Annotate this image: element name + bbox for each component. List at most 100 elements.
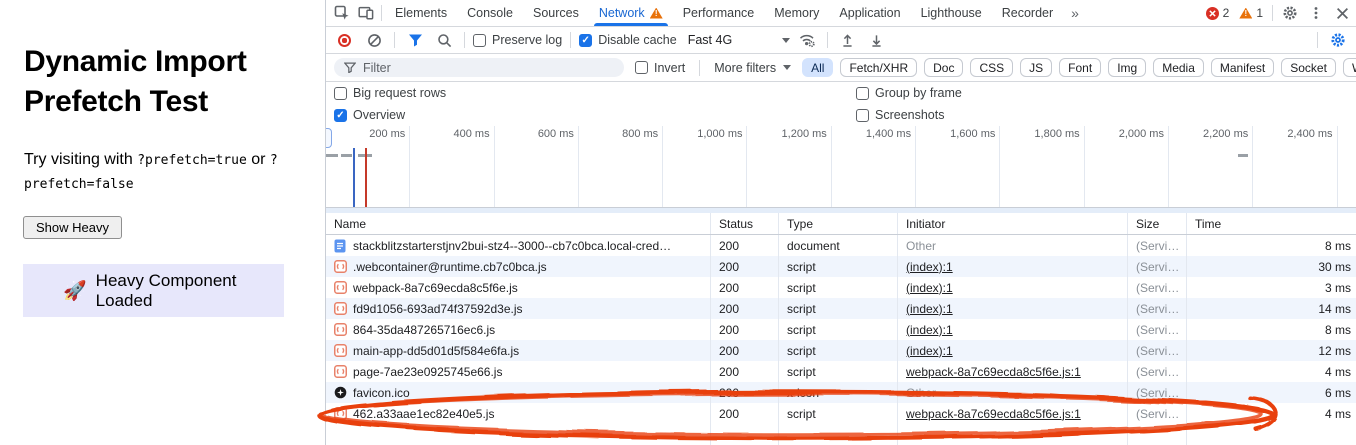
script-icon xyxy=(334,344,347,358)
name-cell[interactable]: stackblitzstarterstjnv2bui-stz4--3000--c… xyxy=(326,235,711,256)
overview-checkbox[interactable]: Overview xyxy=(334,104,856,126)
filter-chip-fetch-xhr[interactable]: Fetch/XHR xyxy=(840,58,917,77)
filter-funnel-icon[interactable] xyxy=(403,28,427,52)
throttling-dropdown[interactable]: Fast 4G xyxy=(688,33,790,47)
tab-performance[interactable]: Performance xyxy=(673,0,765,26)
table-row[interactable]: stackblitzstarterstjnv2bui-stz4--3000--c… xyxy=(326,235,1356,256)
filter-chip-font[interactable]: Font xyxy=(1059,58,1101,77)
table-row[interactable]: webpack-8a7c69ecda8c5f6e.js200script(ind… xyxy=(326,277,1356,298)
intro-text: Try visiting with ?prefetch=true or ?pre… xyxy=(24,148,325,196)
initiator-link[interactable]: webpack-8a7c69ecda8c5f6e.js:1 xyxy=(906,407,1081,421)
search-icon[interactable] xyxy=(432,28,456,52)
table-row[interactable]: page-7ae23e0925745e66.js200scriptwebpack… xyxy=(326,361,1356,382)
column-header-status[interactable]: Status xyxy=(711,213,779,234)
chevron-down-icon xyxy=(782,38,790,43)
name-cell[interactable]: page-7ae23e0925745e66.js xyxy=(326,361,711,382)
inspect-element-icon[interactable] xyxy=(330,1,354,25)
name-cell[interactable]: .webcontainer@runtime.cb7c0bca.js xyxy=(326,256,711,277)
close-icon[interactable] xyxy=(1330,1,1354,25)
initiator-cell[interactable]: (index):1 xyxy=(898,319,1128,340)
filter-chip-doc[interactable]: Doc xyxy=(924,58,963,77)
import-har-icon[interactable] xyxy=(836,28,860,52)
initiator-cell[interactable]: (index):1 xyxy=(898,340,1128,361)
column-header-type[interactable]: Type xyxy=(779,213,898,234)
filter-chip-js[interactable]: JS xyxy=(1020,58,1052,77)
tab-recorder[interactable]: Recorder xyxy=(992,0,1063,26)
more-filters-dropdown[interactable]: More filters xyxy=(714,61,791,75)
error-badge[interactable]: 2 xyxy=(1202,6,1234,20)
tab-memory[interactable]: Memory xyxy=(764,0,829,26)
empty-cell xyxy=(326,424,711,445)
initiator-link[interactable]: (index):1 xyxy=(906,323,953,337)
initiator-cell[interactable]: (index):1 xyxy=(898,298,1128,319)
empty-cell xyxy=(1128,424,1187,445)
overview-window-grip[interactable] xyxy=(326,128,332,148)
initiator-link[interactable]: (index):1 xyxy=(906,302,953,316)
invert-checkbox[interactable]: Invert xyxy=(635,61,685,75)
request-name: fd9d1056-693ad74f37592d3e.js xyxy=(353,302,523,316)
column-header-name[interactable]: Name xyxy=(326,213,711,234)
script-icon xyxy=(334,407,347,421)
table-row[interactable]: favicon.ico200x-iconOther(Servi…6 ms xyxy=(326,382,1356,403)
initiator-link[interactable]: (index):1 xyxy=(906,344,953,358)
divider xyxy=(570,32,571,48)
column-header-size[interactable]: Size xyxy=(1128,213,1187,234)
disable-cache-checkbox[interactable]: Disable cache xyxy=(579,33,677,47)
initiator-cell[interactable]: webpack-8a7c69ecda8c5f6e.js:1 xyxy=(898,403,1128,424)
tab-application[interactable]: Application xyxy=(829,0,910,26)
name-cell[interactable]: main-app-dd5d01d5f584e6fa.js xyxy=(326,340,711,361)
network-settings-gear-icon[interactable] xyxy=(1326,28,1350,52)
filter-chip-wasm[interactable]: Wasm xyxy=(1343,58,1356,77)
clear-network-log-icon[interactable] xyxy=(362,28,386,52)
initiator-cell: Other xyxy=(898,382,1128,403)
tab-sources[interactable]: Sources xyxy=(523,0,589,26)
device-toolbar-icon[interactable] xyxy=(354,1,378,25)
table-row[interactable]: 864-35da487265716ec6.js200script(index):… xyxy=(326,319,1356,340)
filter-input[interactable]: Filter xyxy=(334,58,624,77)
big-request-rows-checkbox[interactable]: Big request rows xyxy=(334,82,856,104)
kebab-menu-icon[interactable] xyxy=(1304,1,1328,25)
initiator-link[interactable]: (index):1 xyxy=(906,281,953,295)
column-header-initiator[interactable]: Initiator xyxy=(898,213,1128,234)
show-heavy-button[interactable]: Show Heavy xyxy=(23,216,122,239)
divider xyxy=(699,60,700,76)
name-cell[interactable]: fd9d1056-693ad74f37592d3e.js xyxy=(326,298,711,319)
tab-network[interactable]: Network! xyxy=(589,0,673,26)
filter-chip-media[interactable]: Media xyxy=(1153,58,1204,77)
filter-chip-img[interactable]: Img xyxy=(1108,58,1146,77)
name-cell[interactable]: 864-35da487265716ec6.js xyxy=(326,319,711,340)
table-row[interactable]: 462.a33aae1ec82e40e5.js200scriptwebpack-… xyxy=(326,403,1356,424)
preserve-log-checkbox[interactable]: Preserve log xyxy=(473,33,562,47)
export-har-icon[interactable] xyxy=(865,28,889,52)
initiator-link[interactable]: (index):1 xyxy=(906,260,953,274)
warning-badge[interactable]: ! 1 xyxy=(1235,6,1267,20)
name-cell[interactable]: 462.a33aae1ec82e40e5.js xyxy=(326,403,711,424)
network-conditions-icon[interactable] xyxy=(795,28,819,52)
record-network-log-button[interactable] xyxy=(338,34,351,47)
initiator-cell[interactable]: (index):1 xyxy=(898,277,1128,298)
intro-middle: or xyxy=(247,151,270,168)
table-row[interactable]: fd9d1056-693ad74f37592d3e.js200script(in… xyxy=(326,298,1356,319)
column-header-time[interactable]: Time xyxy=(1187,213,1356,234)
screenshots-checkbox[interactable]: Screenshots xyxy=(856,104,1348,126)
initiator-link[interactable]: webpack-8a7c69ecda8c5f6e.js:1 xyxy=(906,365,1081,379)
settings-gear-icon[interactable] xyxy=(1278,1,1302,25)
name-cell[interactable]: webpack-8a7c69ecda8c5f6e.js xyxy=(326,277,711,298)
group-by-frame-checkbox[interactable]: Group by frame xyxy=(856,82,1348,104)
tab-lighthouse[interactable]: Lighthouse xyxy=(911,0,992,26)
filter-chip-socket[interactable]: Socket xyxy=(1281,58,1336,77)
initiator-text: Other xyxy=(906,386,936,400)
initiator-cell[interactable]: (index):1 xyxy=(898,256,1128,277)
network-overview-timeline[interactable]: 200 ms400 ms600 ms800 ms1,000 ms1,200 ms… xyxy=(326,126,1356,208)
filter-chip-manifest[interactable]: Manifest xyxy=(1211,58,1274,77)
filter-chip-css[interactable]: CSS xyxy=(970,58,1013,77)
table-row[interactable]: main-app-dd5d01d5f584e6fa.js200script(in… xyxy=(326,340,1356,361)
more-tabs-button[interactable]: » xyxy=(1063,5,1087,21)
size-text: (Servi… xyxy=(1136,344,1179,358)
filter-chip-all[interactable]: All xyxy=(802,58,833,77)
initiator-cell[interactable]: webpack-8a7c69ecda8c5f6e.js:1 xyxy=(898,361,1128,382)
tab-console[interactable]: Console xyxy=(457,0,523,26)
tab-elements[interactable]: Elements xyxy=(385,0,457,26)
table-row[interactable]: .webcontainer@runtime.cb7c0bca.js200scri… xyxy=(326,256,1356,277)
name-cell[interactable]: favicon.ico xyxy=(326,382,711,403)
